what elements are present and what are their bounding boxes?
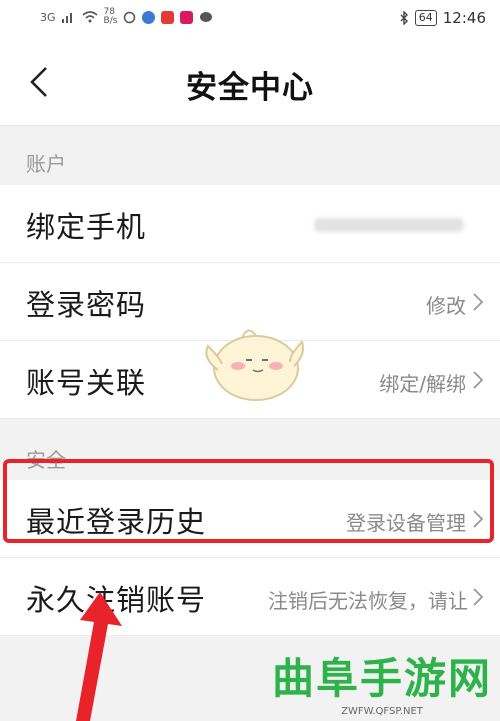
highlight-box bbox=[3, 459, 494, 543]
sync-icon bbox=[124, 11, 136, 23]
bluetooth-icon bbox=[400, 11, 408, 25]
login-password-value: 修改 bbox=[426, 294, 466, 318]
network-type: 3G bbox=[40, 10, 56, 24]
nav-bar: 安全中心 bbox=[0, 38, 500, 126]
status-bar: 3G 78 B/s 64 12:46 bbox=[0, 0, 500, 38]
cancel-account-value: 注销后无法恢复，请让 bbox=[268, 589, 468, 613]
chevron-right-icon bbox=[473, 293, 484, 311]
account-link-value: 绑定/解绑 bbox=[379, 372, 466, 396]
masked-phone-number bbox=[314, 218, 464, 232]
watermark-url: ZWFW.QFSP.NET bbox=[341, 706, 423, 717]
login-password-label: 登录密码 bbox=[26, 288, 147, 322]
music-app-icon bbox=[142, 10, 156, 24]
chevron-right-icon bbox=[473, 588, 484, 606]
bind-phone-row[interactable]: 绑定手机 bbox=[0, 185, 500, 263]
arrow-annotation-icon bbox=[76, 592, 122, 721]
watermark-text: 曲阜手游网 bbox=[271, 654, 492, 703]
account-link-label: 账号关联 bbox=[26, 366, 147, 400]
signal-icon bbox=[61, 13, 72, 23]
clock: 12:46 bbox=[442, 9, 486, 27]
section-label-account: 账户 bbox=[26, 152, 66, 176]
status-right: 64 12:46 bbox=[399, 9, 486, 27]
chevron-right-icon bbox=[473, 371, 484, 389]
speed-unit: B/s bbox=[103, 16, 118, 26]
bind-phone-label: 绑定手机 bbox=[26, 210, 147, 244]
red-app-icon bbox=[161, 10, 175, 24]
wifi-icon bbox=[82, 11, 98, 23]
watermark: 曲阜手游网 ZWFW.QFSP.NET bbox=[272, 645, 492, 717]
mascot-sticker-icon bbox=[205, 329, 304, 401]
status-left: 3G 78 B/s bbox=[40, 8, 213, 26]
battery-indicator: 64 bbox=[414, 10, 437, 26]
network-speed: 78 B/s bbox=[104, 8, 118, 26]
message-icon bbox=[200, 11, 213, 22]
page-title: 安全中心 bbox=[186, 70, 314, 106]
pink-app-icon bbox=[180, 10, 194, 24]
